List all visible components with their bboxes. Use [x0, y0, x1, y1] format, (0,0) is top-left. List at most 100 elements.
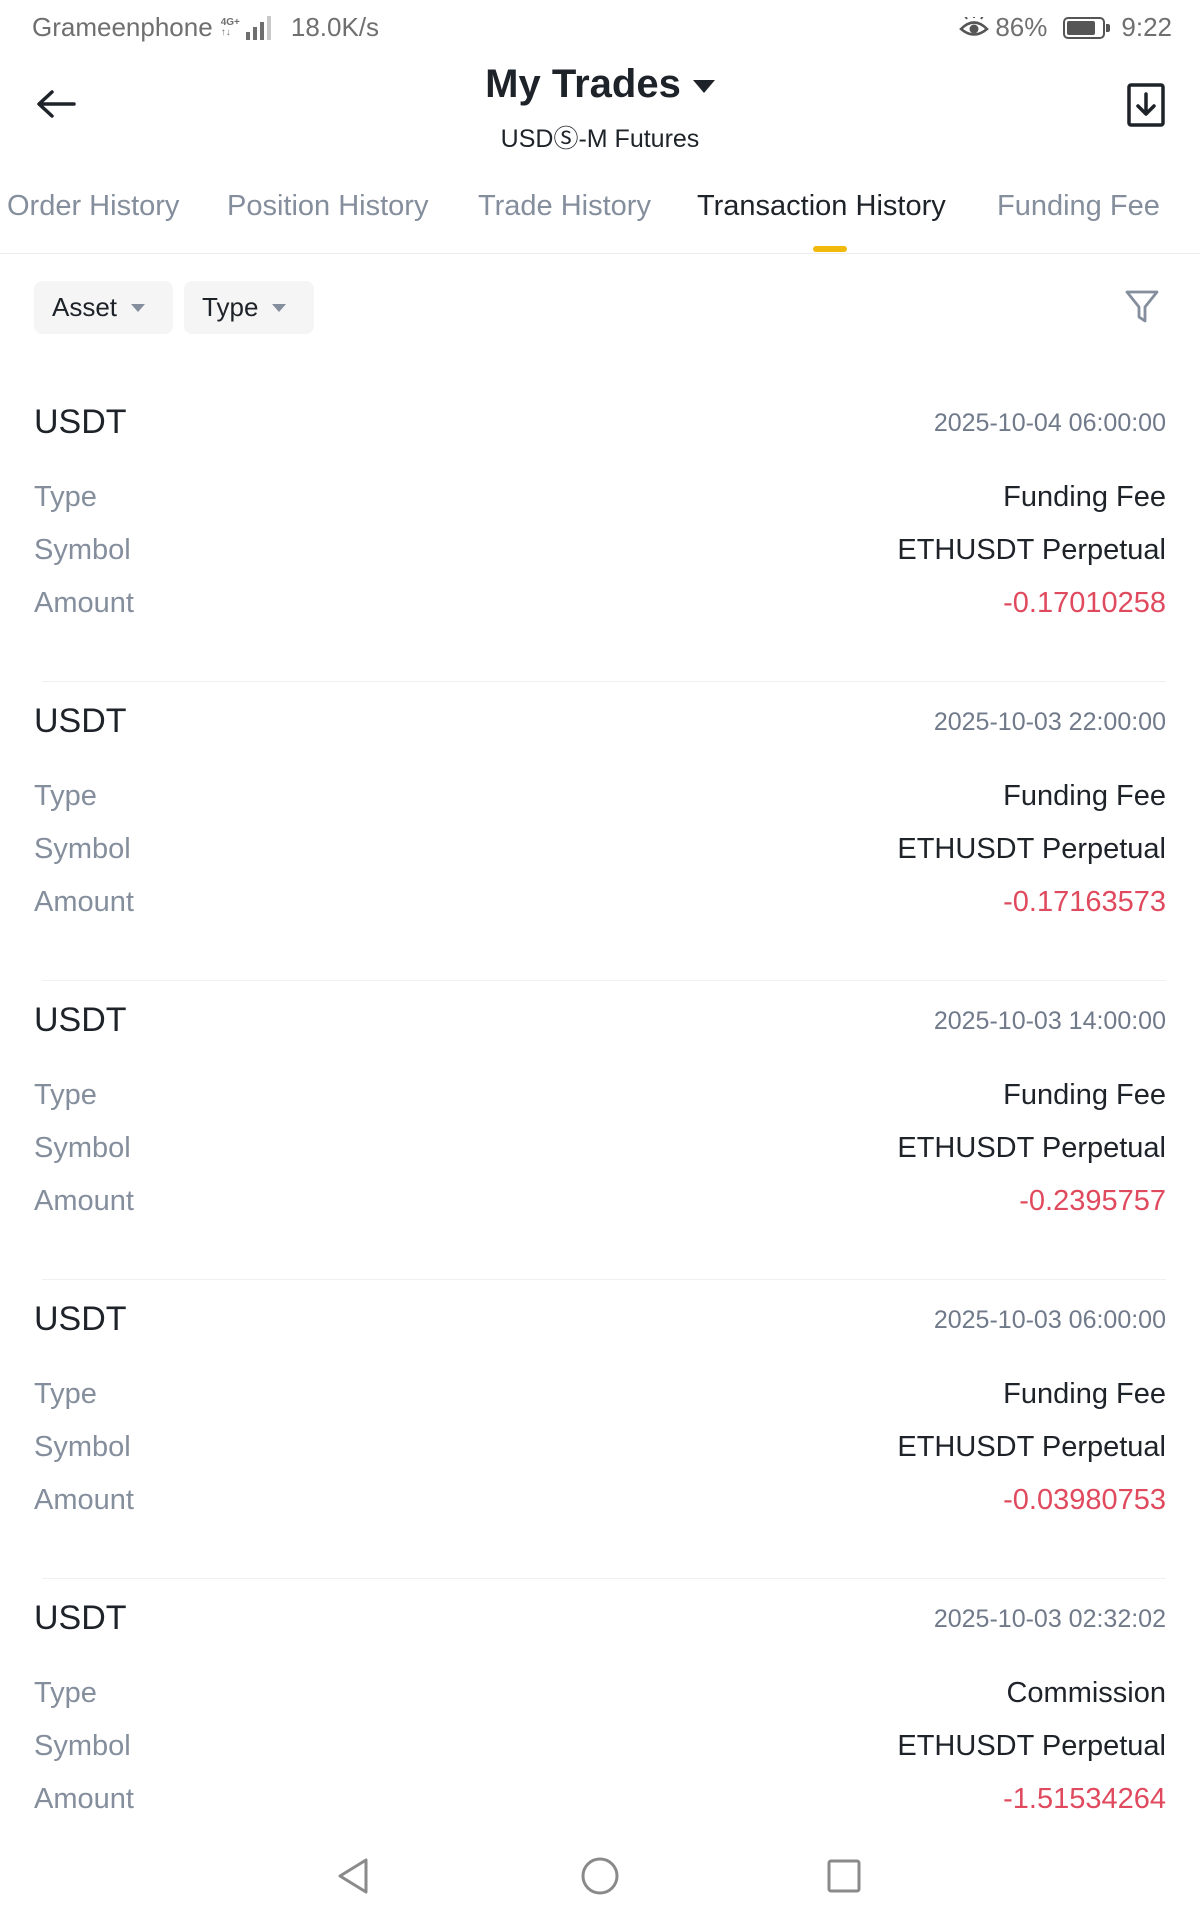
- circle-home-icon: [581, 1857, 619, 1895]
- amount-label: Amount: [34, 1783, 134, 1815]
- record-time: 2025-10-04 06:00:00: [933, 409, 1166, 437]
- amount-value: -0.17010258: [1003, 587, 1166, 619]
- network-type: 4G+ ↑↓: [220, 16, 240, 38]
- record-amount-row: Amount -0.03980753: [34, 1484, 1166, 1524]
- network-speed: 18.0K/s: [290, 12, 380, 42]
- record-asset: USDT: [34, 1300, 127, 1338]
- asset-filter-label: Asset: [52, 292, 118, 322]
- record-type-row: Type Funding Fee: [34, 780, 1166, 820]
- symbol-label: Symbol: [34, 833, 131, 865]
- amount-label: Amount: [34, 886, 134, 918]
- tab-position-history[interactable]: Position History: [227, 190, 428, 223]
- record-symbol-row: Symbol ETHUSDT Perpetual: [34, 534, 1166, 574]
- battery-icon: [1063, 16, 1111, 39]
- history-tabs: Order History Position History Trade His…: [0, 180, 1200, 254]
- symbol-value: ETHUSDT Perpetual: [897, 534, 1166, 566]
- amount-value: -0.2395757: [1019, 1185, 1166, 1217]
- record-asset: USDT: [34, 1001, 127, 1039]
- type-label: Type: [34, 1079, 97, 1111]
- type-value: Funding Fee: [1003, 780, 1166, 812]
- record-asset: USDT: [34, 702, 127, 740]
- nav-home-button[interactable]: [578, 1854, 622, 1898]
- download-icon: [1127, 83, 1165, 127]
- status-right: 86% 9:22: [959, 12, 1172, 43]
- filter-button[interactable]: [1124, 288, 1160, 326]
- transaction-record[interactable]: USDT 2025-10-03 02:32:02 Type Commission…: [34, 1579, 1166, 1839]
- tab-trade-history[interactable]: Trade History: [478, 190, 651, 223]
- transaction-record[interactable]: USDT 2025-10-03 22:00:00 Type Funding Fe…: [34, 682, 1166, 981]
- type-label: Type: [34, 1677, 97, 1709]
- symbol-value: ETHUSDT Perpetual: [897, 833, 1166, 865]
- record-time: 2025-10-03 02:32:02: [933, 1605, 1166, 1633]
- carrier-name: Grameenphone: [32, 12, 213, 42]
- symbol-value: ETHUSDT Perpetual: [897, 1730, 1166, 1762]
- funnel-icon: [1125, 290, 1159, 323]
- symbol-value: ETHUSDT Perpetual: [897, 1431, 1166, 1463]
- eye-comfort-icon: [959, 16, 990, 36]
- record-symbol-row: Symbol ETHUSDT Perpetual: [34, 1730, 1166, 1770]
- symbol-label: Symbol: [34, 1132, 131, 1164]
- symbol-label: Symbol: [34, 1730, 131, 1762]
- type-label: Type: [34, 780, 97, 812]
- transaction-record[interactable]: USDT 2025-10-04 06:00:00 Type Funding Fe…: [34, 383, 1166, 682]
- type-filter-dropdown[interactable]: Type: [184, 281, 315, 334]
- download-button[interactable]: [1126, 82, 1166, 128]
- signal-icon: [245, 15, 271, 40]
- amount-label: Amount: [34, 587, 134, 619]
- type-value: Funding Fee: [1003, 1378, 1166, 1410]
- active-tab-indicator: [813, 246, 847, 252]
- record-time: 2025-10-03 06:00:00: [933, 1306, 1166, 1334]
- record-amount-row: Amount -0.17010258: [34, 587, 1166, 627]
- record-time: 2025-10-03 22:00:00: [933, 708, 1166, 736]
- amount-label: Amount: [34, 1484, 134, 1516]
- status-left: Grameenphone 4G+ ↑↓ 18.0K/s: [32, 12, 379, 43]
- battery-percent: 86%: [995, 12, 1048, 42]
- tab-transaction-history[interactable]: Transaction History: [697, 190, 946, 223]
- amount-value: -0.17163573: [1003, 886, 1166, 918]
- type-label: Type: [34, 481, 97, 513]
- record-time: 2025-10-03 14:00:00: [933, 1007, 1166, 1035]
- record-type-row: Type Funding Fee: [34, 1079, 1166, 1119]
- tab-funding-fee[interactable]: Funding Fee: [997, 190, 1160, 223]
- record-amount-row: Amount -0.17163573: [34, 886, 1166, 926]
- system-navigation-bar: [0, 1840, 1200, 1920]
- record-symbol-row: Symbol ETHUSDT Perpetual: [34, 1431, 1166, 1471]
- caret-down-icon: [692, 80, 715, 93]
- symbol-value: ETHUSDT Perpetual: [897, 1132, 1166, 1164]
- type-value: Commission: [1006, 1677, 1166, 1709]
- record-asset: USDT: [34, 403, 127, 441]
- type-label: Type: [34, 1378, 97, 1410]
- transaction-record[interactable]: USDT 2025-10-03 06:00:00 Type Funding Fe…: [34, 1280, 1166, 1579]
- record-type-row: Type Funding Fee: [34, 1378, 1166, 1418]
- type-filter-label: Type: [202, 292, 259, 322]
- title-block: My Trades USDⓈ-M Futures: [0, 62, 1200, 155]
- amount-value: -1.51534264: [1003, 1783, 1166, 1815]
- amount-label: Amount: [34, 1185, 134, 1217]
- nav-recents-button[interactable]: [822, 1854, 866, 1898]
- record-amount-row: Amount -1.51534264: [34, 1783, 1166, 1823]
- asset-filter-dropdown[interactable]: Asset: [34, 281, 174, 334]
- amount-value: -0.03980753: [1003, 1484, 1166, 1516]
- square-recents-icon: [827, 1859, 861, 1893]
- symbol-label: Symbol: [34, 1431, 131, 1463]
- page-title-dropdown[interactable]: My Trades: [485, 62, 715, 107]
- network-type-label: 4G+: [220, 16, 240, 28]
- record-symbol-row: Symbol ETHUSDT Perpetual: [34, 1132, 1166, 1172]
- transaction-record[interactable]: USDT 2025-10-03 14:00:00 Type Funding Fe…: [34, 981, 1166, 1280]
- type-value: Funding Fee: [1003, 1079, 1166, 1111]
- caret-down-icon: [272, 303, 287, 312]
- filter-bar: Asset Type: [34, 281, 315, 334]
- record-symbol-row: Symbol ETHUSDT Perpetual: [34, 833, 1166, 873]
- record-amount-row: Amount -0.2395757: [34, 1185, 1166, 1225]
- header: My Trades USDⓈ-M Futures: [0, 56, 1200, 156]
- type-value: Funding Fee: [1003, 481, 1166, 513]
- clock: 9:22: [1121, 12, 1172, 42]
- page-subtitle: USDⓈ-M Futures: [500, 125, 700, 153]
- triangle-back-icon: [338, 1858, 368, 1894]
- caret-down-icon: [131, 303, 146, 312]
- tab-order-history[interactable]: Order History: [7, 190, 179, 223]
- nav-back-button[interactable]: [332, 1854, 376, 1898]
- record-type-row: Type Commission: [34, 1677, 1166, 1717]
- page-title: My Trades: [485, 62, 681, 106]
- record-asset: USDT: [34, 1599, 127, 1637]
